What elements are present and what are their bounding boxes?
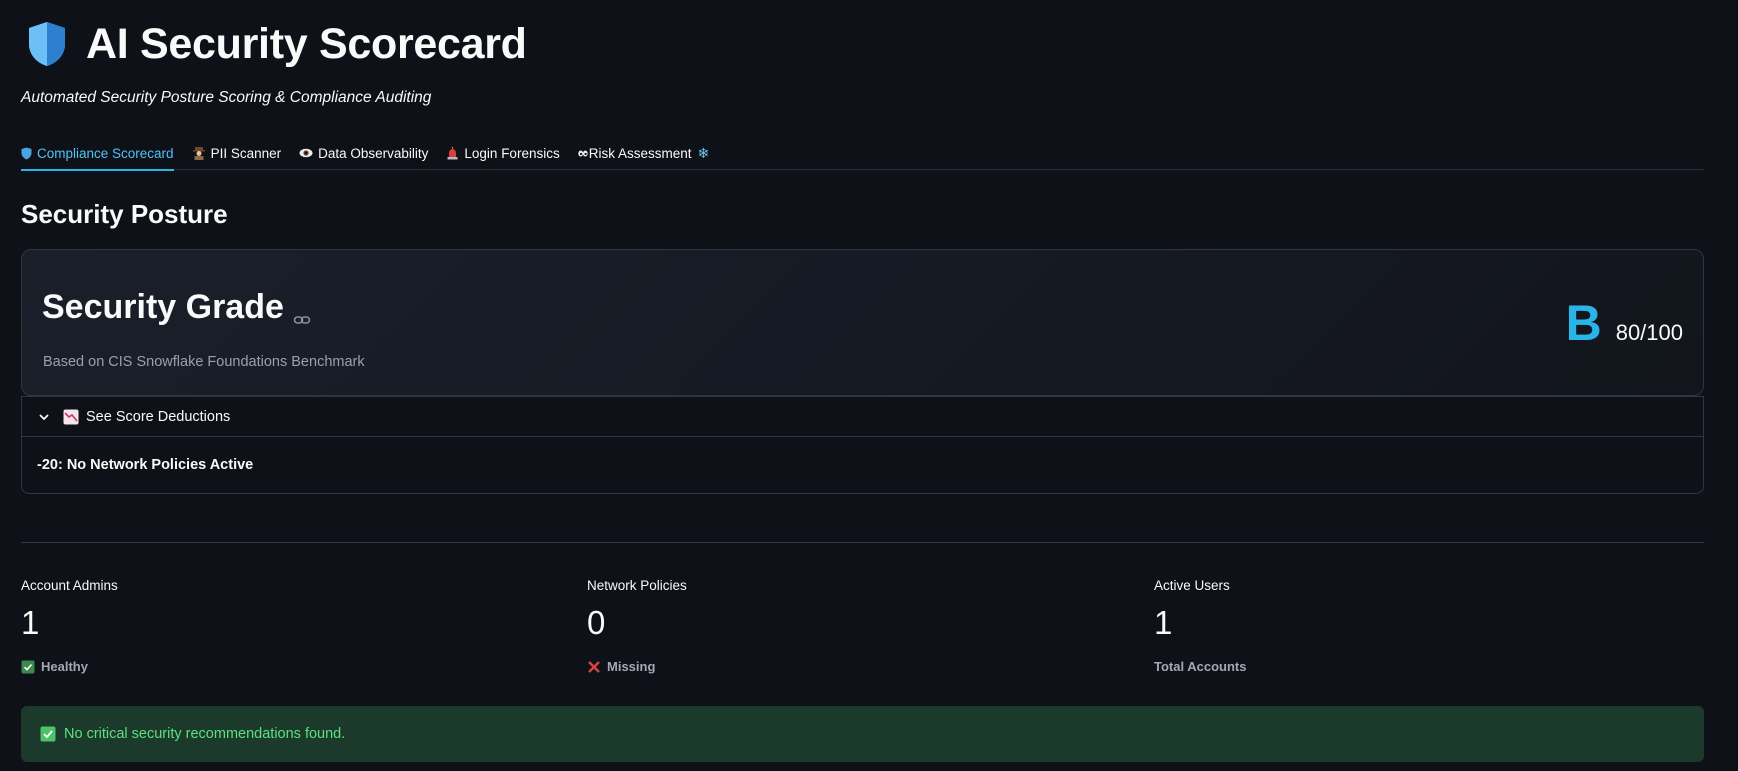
grade-card-subtitle: Based on CIS Snowflake Foundations Bench…	[43, 354, 365, 370]
metric-label: Active Users	[1154, 578, 1230, 593]
eye-icon	[299, 148, 313, 158]
tab-compliance-scorecard[interactable]: Compliance Scorecard	[21, 136, 174, 171]
alert-message: No critical security recommendations fou…	[64, 726, 346, 742]
score-deductions-expander: See Score Deductions -20: No Network Pol…	[21, 396, 1704, 494]
check-box-icon	[40, 726, 56, 742]
tab-risk-assessment[interactable]: Risk Assessment ❄	[578, 136, 715, 170]
grade-score: 80/100	[1615, 320, 1683, 345]
metric-value: 0	[587, 604, 606, 641]
app-page: AI Security Scorecard Automated Security…	[0, 0, 1738, 771]
metric-label: Account Admins	[21, 578, 118, 593]
metric-network-policies: Network Policies 0 Missing	[587, 578, 687, 674]
tab-login-forensics[interactable]: Login Forensics	[446, 136, 560, 170]
metric-active-users: Active Users 1 Total Accounts	[1154, 578, 1246, 674]
metric-delta-text: Missing	[607, 659, 656, 674]
check-box-icon	[21, 660, 35, 673]
tab-label: Data Observability	[318, 145, 429, 161]
divider	[21, 542, 1704, 543]
chart-decreasing-icon	[63, 409, 79, 424]
eyes-icon	[578, 150, 588, 157]
metric-value: 1	[21, 604, 40, 641]
grade-display: B 80/100	[1566, 294, 1683, 352]
tab-label: Compliance Scorecard	[37, 145, 174, 161]
cross-icon	[588, 660, 600, 673]
tab-label: Risk Assessment	[588, 145, 692, 161]
tab-pii-scanner[interactable]: PII Scanner	[192, 136, 282, 170]
grade-card-heading: Security Grade	[42, 288, 311, 327]
metric-delta-text: Healthy	[41, 659, 88, 674]
tab-label: Login Forensics	[464, 145, 560, 161]
security-grade-card: Security Grade Based on CIS Snowflake Fo…	[21, 249, 1704, 396]
page-subtitle: Automated Security Posture Scoring & Com…	[21, 89, 432, 106]
tab-data-observability[interactable]: Data Observability	[299, 136, 428, 170]
metric-delta: Total Accounts	[1154, 659, 1246, 674]
tab-bar: Compliance Scorecard PII Scanner Data Ob…	[21, 136, 1704, 171]
metric-delta: Healthy	[21, 659, 118, 674]
snowflake-icon: ❄	[697, 144, 710, 161]
shield-icon	[29, 22, 65, 66]
section-title: Security Posture	[21, 199, 228, 229]
detective-icon	[192, 146, 206, 160]
chevron-down-icon	[39, 413, 49, 420]
link-icon[interactable]	[293, 299, 311, 324]
grade-card-title: Security Grade	[42, 288, 284, 326]
expander-toggle[interactable]: See Score Deductions	[22, 397, 1703, 437]
app-header: AI Security Scorecard	[26, 18, 527, 70]
metric-value: 1	[1154, 604, 1173, 641]
success-alert: No critical security recommendations fou…	[21, 706, 1704, 762]
deduction-item: -20: No Network Policies Active	[37, 457, 254, 473]
metric-delta: Missing	[587, 659, 687, 674]
siren-icon	[446, 146, 459, 160]
metric-label: Network Policies	[587, 578, 687, 593]
expander-label: See Score Deductions	[86, 408, 231, 425]
tab-label: PII Scanner	[210, 145, 282, 161]
metric-account-admins: Account Admins 1 Healthy	[21, 578, 118, 674]
shield-icon	[21, 147, 32, 160]
metric-delta-text: Total Accounts	[1154, 659, 1247, 674]
grade-letter: B	[1565, 295, 1602, 351]
page-title: AI Security Scorecard	[86, 20, 527, 68]
